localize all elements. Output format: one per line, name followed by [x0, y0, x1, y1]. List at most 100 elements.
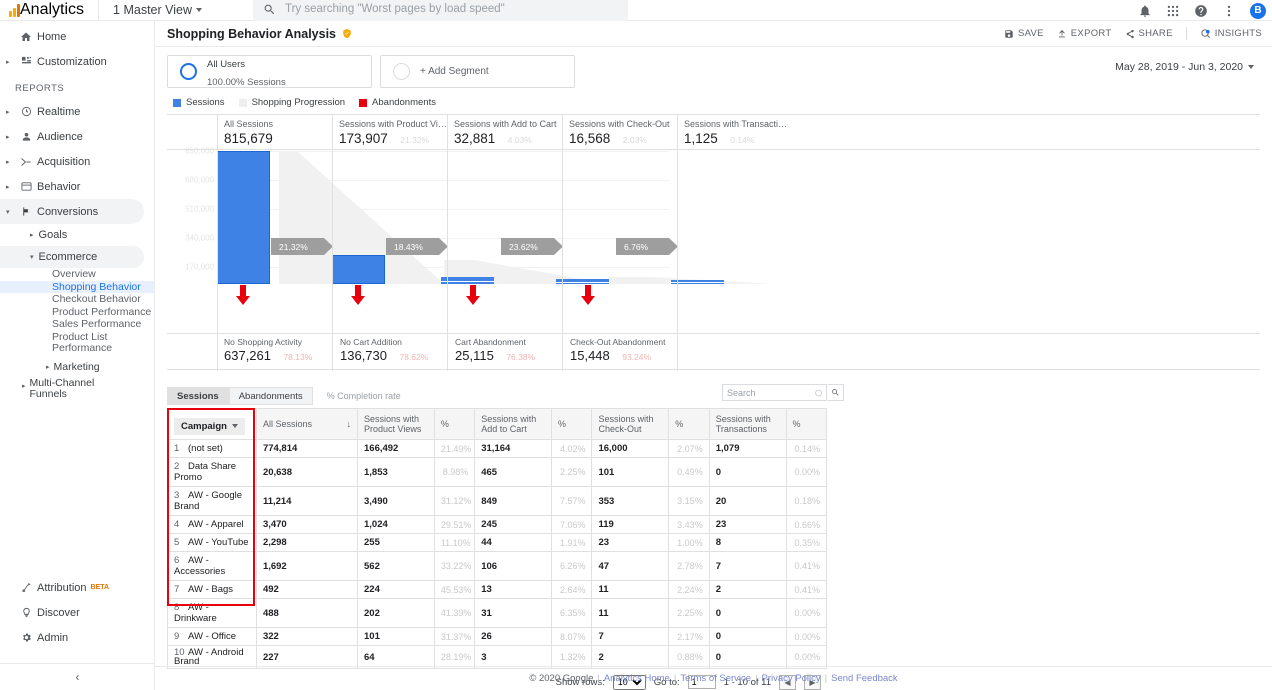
separator: |: [597, 673, 599, 684]
table-search[interactable]: [722, 384, 827, 401]
date-range-picker[interactable]: May 28, 2019 - Jun 3, 2020: [1115, 61, 1254, 73]
abandonment-no-shopping-activity: No Shopping Activity 637,261 78.13%: [217, 334, 332, 365]
global-search[interactable]: [253, 0, 628, 22]
collapse-arrow-icon: ▾: [6, 208, 15, 216]
sidebar-item-ecommerce[interactable]: ▾ Ecommerce: [0, 246, 144, 268]
sidebar-item-conversions[interactable]: ▾ Conversions: [0, 199, 144, 224]
abandonment-check-out-abandonment: Check-Out Abandonment 15,448 93.24%: [562, 334, 692, 370]
table-search-button[interactable]: [828, 384, 844, 401]
row-name-cell: 5AW - YouTube: [168, 534, 257, 552]
col-product-views-pct[interactable]: %: [434, 409, 474, 440]
help-icon[interactable]: [1194, 4, 1208, 18]
stage-rate: 21.32%: [400, 135, 429, 145]
cell-product-views-pct: 8.98%: [434, 458, 474, 487]
sidebar-item-home[interactable]: Home: [0, 24, 154, 49]
sidebar-item-marketing[interactable]: ▸ Marketing: [0, 354, 154, 374]
more-options-icon[interactable]: [1222, 4, 1236, 18]
row-index: 7: [174, 584, 188, 595]
sidebar-item-goals[interactable]: ▸ Goals: [0, 224, 154, 246]
cell-transactions: 0: [709, 458, 786, 487]
col-all-sessions[interactable]: All Sessions ↓: [256, 409, 357, 440]
sidebar-collapse-button[interactable]: ‹: [0, 663, 155, 690]
footer-link-terms[interactable]: Terms of Service: [680, 673, 751, 684]
sidebar-item-overview[interactable]: Overview: [0, 268, 154, 281]
clear-icon[interactable]: [815, 389, 822, 397]
col-product-views[interactable]: Sessions with Product Views: [358, 409, 435, 440]
view-selector[interactable]: 1 Master View: [98, 0, 202, 21]
legend-swatch: [173, 99, 181, 107]
footer-link-privacy[interactable]: Privacy Policy: [762, 673, 821, 684]
table-row[interactable]: 5AW - YouTube 2,298 255 11.10% 44 1.91% …: [168, 534, 827, 552]
table-row[interactable]: 9AW - Office 322 101 31.37% 26 8.07% 7 2…: [168, 628, 827, 646]
footer-link-analytics-home[interactable]: Analytics Home: [604, 673, 670, 684]
chevron-down-icon: [232, 424, 238, 428]
dimension-selector[interactable]: Campaign: [174, 418, 245, 435]
sidebar-item-product-performance[interactable]: Product Performance: [0, 306, 154, 319]
legend-item-abandonments[interactable]: Abandonments: [359, 97, 436, 108]
col-transactions-pct[interactable]: %: [786, 409, 826, 440]
share-button[interactable]: SHARE: [1125, 28, 1173, 39]
row-name[interactable]: AW - YouTube: [188, 537, 249, 548]
sidebar-item-label: Marketing: [54, 361, 100, 373]
segment-subtitle: 100.00% Sessions: [207, 77, 286, 88]
cell-transactions-pct: 0.00%: [786, 599, 826, 628]
brand-name: Analytics: [20, 1, 84, 19]
dimension-label: Campaign: [181, 421, 227, 432]
row-name[interactable]: (not set): [188, 443, 223, 454]
col-add-to-cart[interactable]: Sessions with Add to Cart: [475, 409, 552, 440]
sidebar-item-shopping-behavior[interactable]: Shopping Behavior: [0, 281, 154, 294]
stage-value: 1,125: [684, 129, 718, 146]
table-row[interactable]: 8AW - Drinkware 488 202 41.39% 31 6.35% …: [168, 599, 827, 628]
col-transactions[interactable]: Sessions with Transactions: [709, 409, 786, 440]
col-check-out-pct[interactable]: %: [669, 409, 709, 440]
notifications-icon[interactable]: [1138, 4, 1152, 18]
add-segment-button[interactable]: + Add Segment: [380, 55, 575, 88]
sidebar-item-customization[interactable]: ▸ Customization: [0, 49, 154, 74]
table-row[interactable]: 7AW - Bags 492 224 45.53% 13 2.64% 11 2.…: [168, 581, 827, 599]
sidebar-item-behavior[interactable]: ▸ Behavior: [0, 174, 154, 199]
sidebar-item-checkout-behavior[interactable]: Checkout Behavior: [0, 293, 154, 306]
table-row[interactable]: 3AW - Google Brand 11,214 3,490 31.12% 8…: [168, 487, 827, 516]
tab-sessions[interactable]: Sessions: [167, 387, 229, 405]
cell-add-to-cart: 106: [475, 552, 552, 581]
avatar[interactable]: B: [1250, 3, 1266, 19]
person-icon: [15, 131, 37, 142]
row-name[interactable]: AW - Apparel: [188, 519, 244, 530]
table-row[interactable]: 1(not set) 774,814 166,492 21.49% 31,164…: [168, 440, 827, 458]
sidebar-item-multi-channel-funnels[interactable]: ▸ Multi-Channel Funnels: [0, 374, 154, 400]
legend-swatch: [239, 99, 247, 107]
sidebar-item-admin[interactable]: Admin: [0, 625, 155, 650]
save-button[interactable]: SAVE: [1004, 28, 1044, 39]
sort-desc-icon: ↓: [347, 419, 352, 429]
search-input[interactable]: [285, 3, 618, 15]
export-icon: [1057, 29, 1067, 39]
legend-item-sessions[interactable]: Sessions: [173, 97, 225, 108]
export-button[interactable]: EXPORT: [1057, 28, 1112, 39]
segment-all-users[interactable]: All Users 100.00% Sessions: [167, 55, 372, 88]
footer-link-send-feedback[interactable]: Send Feedback: [831, 673, 898, 684]
sidebar-item-audience[interactable]: ▸ Audience: [0, 124, 154, 149]
tab-abandonments[interactable]: Abandonments: [229, 387, 313, 405]
table-row[interactable]: 4AW - Apparel 3,470 1,024 29.51% 245 7.0…: [168, 516, 827, 534]
row-name[interactable]: AW - Bags: [188, 584, 233, 595]
cell-check-out: 11: [592, 581, 669, 599]
table-search-input[interactable]: [727, 388, 812, 398]
table-row[interactable]: 6AW - Accessories 1,692 562 33.22% 106 6…: [168, 552, 827, 581]
col-check-out[interactable]: Sessions with Check-Out: [592, 409, 669, 440]
row-name[interactable]: AW - Office: [188, 631, 236, 642]
sidebar-item-discover[interactable]: Discover: [0, 600, 155, 625]
insights-button[interactable]: INSIGHTS: [1200, 28, 1262, 39]
cell-add-to-cart-pct: 8.07%: [552, 628, 592, 646]
legend-item-shopping-progression[interactable]: Shopping Progression: [239, 97, 345, 108]
sidebar-item-realtime[interactable]: ▸ Realtime: [0, 99, 154, 124]
col-add-to-cart-pct[interactable]: %: [552, 409, 592, 440]
search-icon: [831, 388, 840, 397]
sidebar-item-product-list-performance[interactable]: Product List Performance: [0, 331, 154, 354]
sidebar-item-sales-performance[interactable]: Sales Performance: [0, 318, 154, 331]
sidebar-item-attribution[interactable]: Attribution BETA: [0, 575, 155, 600]
apps-grid-icon[interactable]: [1166, 4, 1180, 18]
table-row[interactable]: 2Data Share Promo 20,638 1,853 8.98% 465…: [168, 458, 827, 487]
cell-check-out-pct: 0.49%: [669, 458, 709, 487]
sidebar-item-acquisition[interactable]: ▸ Acquisition: [0, 149, 154, 174]
abandonment-value: 15,448: [570, 347, 610, 363]
